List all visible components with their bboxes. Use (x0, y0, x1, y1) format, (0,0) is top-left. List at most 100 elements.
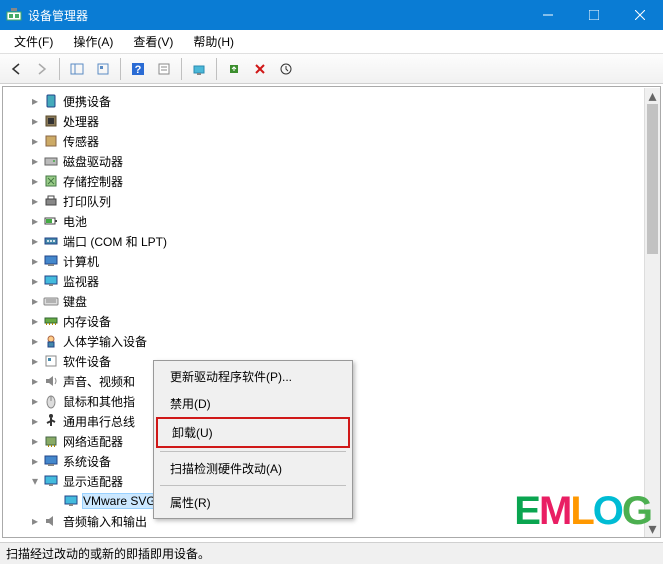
tb-show-hide[interactable] (65, 57, 89, 81)
expander-icon[interactable]: ▸ (29, 435, 41, 447)
device-icon (43, 413, 59, 429)
tb-properties[interactable] (152, 57, 176, 81)
expander-icon[interactable]: ▸ (29, 375, 41, 387)
status-text: 扫描经过改动的或新的即插即用设备。 (6, 547, 210, 561)
app-icon (6, 7, 22, 23)
scroll-thumb[interactable] (647, 104, 658, 254)
tree-category[interactable]: ▸ 键盘 (11, 291, 660, 311)
category-label: 系统设备 (63, 453, 111, 470)
device-icon (43, 113, 59, 129)
back-button[interactable] (4, 57, 28, 81)
tree-category[interactable]: ▸ 传感器 (11, 131, 660, 151)
expander-icon[interactable]: ▸ (29, 95, 41, 107)
device-icon (43, 393, 59, 409)
menu-file[interactable]: 文件(F) (4, 31, 63, 52)
expander-icon[interactable]: ▸ (29, 235, 41, 247)
device-icon (43, 353, 59, 369)
tb-scan[interactable] (187, 57, 211, 81)
context-menu: 更新驱动程序软件(P)... 禁用(D) 卸载(U) 扫描检测硬件改动(A) 属… (153, 360, 353, 519)
cm-disable[interactable]: 禁用(D) (156, 390, 350, 417)
device-icon (43, 213, 59, 229)
menu-help[interactable]: 帮助(H) (183, 31, 244, 52)
device-icon (43, 173, 59, 189)
category-label: 声音、视频和 (63, 373, 135, 390)
expander-icon[interactable]: ▸ (29, 335, 41, 347)
expander-icon[interactable]: ▸ (29, 395, 41, 407)
category-label: 端口 (COM 和 LPT) (63, 233, 167, 250)
category-label: 显示适配器 (63, 473, 123, 490)
scroll-down-icon[interactable]: ▾ (645, 521, 660, 537)
tree-category[interactable]: ▸ 计算机 (11, 251, 660, 271)
cm-properties[interactable]: 属性(R) (156, 489, 350, 516)
category-label: 键盘 (63, 293, 87, 310)
category-label: 传感器 (63, 133, 99, 150)
expander-icon[interactable]: ▸ (29, 115, 41, 127)
expander-icon[interactable]: ▸ (29, 195, 41, 207)
tree-category[interactable]: ▸存储控制器 (11, 171, 660, 191)
expander-icon[interactable]: ▸ (29, 455, 41, 467)
category-label: 音频输入和输出 (63, 513, 147, 530)
expander-icon[interactable]: ▸ (29, 355, 41, 367)
device-icon (43, 333, 59, 349)
cm-update-driver[interactable]: 更新驱动程序软件(P)... (156, 363, 350, 390)
tree-category[interactable]: ▸打印队列 (11, 191, 660, 211)
category-label: 监视器 (63, 273, 99, 290)
minimize-button[interactable] (525, 0, 571, 30)
category-label: 电池 (63, 213, 87, 230)
maximize-button[interactable] (571, 0, 617, 30)
tb-uninstall[interactable] (248, 57, 272, 81)
device-icon (43, 153, 59, 169)
device-icon (43, 433, 59, 449)
category-label: 磁盘驱动器 (63, 153, 123, 170)
expander-icon[interactable]: ▸ (29, 135, 41, 147)
cm-scan-hardware[interactable]: 扫描检测硬件改动(A) (156, 455, 350, 482)
device-icon (43, 513, 59, 529)
category-label: 计算机 (63, 253, 99, 270)
device-icon (43, 193, 59, 209)
tb-enable[interactable] (274, 57, 298, 81)
tb-export[interactable] (91, 57, 115, 81)
expander-icon[interactable]: ▸ (29, 275, 41, 287)
close-button[interactable] (617, 0, 663, 30)
expander-icon[interactable]: ▸ (29, 155, 41, 167)
tree-category[interactable]: ▸ 人体学输入设备 (11, 331, 660, 351)
cm-separator (160, 485, 346, 486)
tree-category[interactable]: ▸ 端口 (COM 和 LPT) (11, 231, 660, 251)
forward-button[interactable] (30, 57, 54, 81)
device-icon (43, 93, 59, 109)
scroll-up-icon[interactable]: ▴ (645, 88, 660, 104)
window-title: 设备管理器 (28, 7, 88, 24)
expander-icon[interactable]: ▸ (29, 315, 41, 327)
toolbar: ? (0, 54, 663, 84)
device-icon (43, 133, 59, 149)
category-label: 鼠标和其他指 (63, 393, 135, 410)
expander-icon[interactable]: ▸ (29, 175, 41, 187)
tree-category[interactable]: ▸ 便携设备 (11, 91, 660, 111)
tree-category[interactable]: ▸ 监视器 (11, 271, 660, 291)
expander-icon[interactable]: ▸ (29, 515, 41, 527)
menu-view[interactable]: 查看(V) (123, 31, 183, 52)
tree-category[interactable]: ▸ 电池 (11, 211, 660, 231)
expander-icon[interactable]: ▸ (29, 415, 41, 427)
device-icon (43, 273, 59, 289)
tree-category[interactable]: ▸ 磁盘驱动器 (11, 151, 660, 171)
cm-uninstall[interactable]: 卸载(U) (156, 417, 350, 448)
menubar: 文件(F) 操作(A) 查看(V) 帮助(H) (0, 30, 663, 54)
tb-help[interactable]: ? (126, 57, 150, 81)
tree-category[interactable]: ▸内存设备 (11, 311, 660, 331)
vertical-scrollbar[interactable]: ▴ ▾ (644, 88, 660, 537)
expander-icon[interactable]: ▸ (29, 295, 41, 307)
expander-icon[interactable]: ▸ (29, 255, 41, 267)
menu-action[interactable]: 操作(A) (63, 31, 123, 52)
tree-category[interactable]: ▸ 处理器 (11, 111, 660, 131)
expander-icon[interactable]: ▸ (29, 215, 41, 227)
device-icon (43, 453, 59, 469)
category-label: 网络适配器 (63, 433, 123, 450)
category-label: 便携设备 (63, 93, 111, 110)
category-label: 处理器 (63, 113, 99, 130)
expander-icon[interactable]: ▾ (29, 475, 41, 487)
category-label: 通用串行总线 (63, 413, 135, 430)
category-label: 人体学输入设备 (63, 333, 147, 350)
category-label: 软件设备 (63, 353, 111, 370)
tb-update-driver[interactable] (222, 57, 246, 81)
